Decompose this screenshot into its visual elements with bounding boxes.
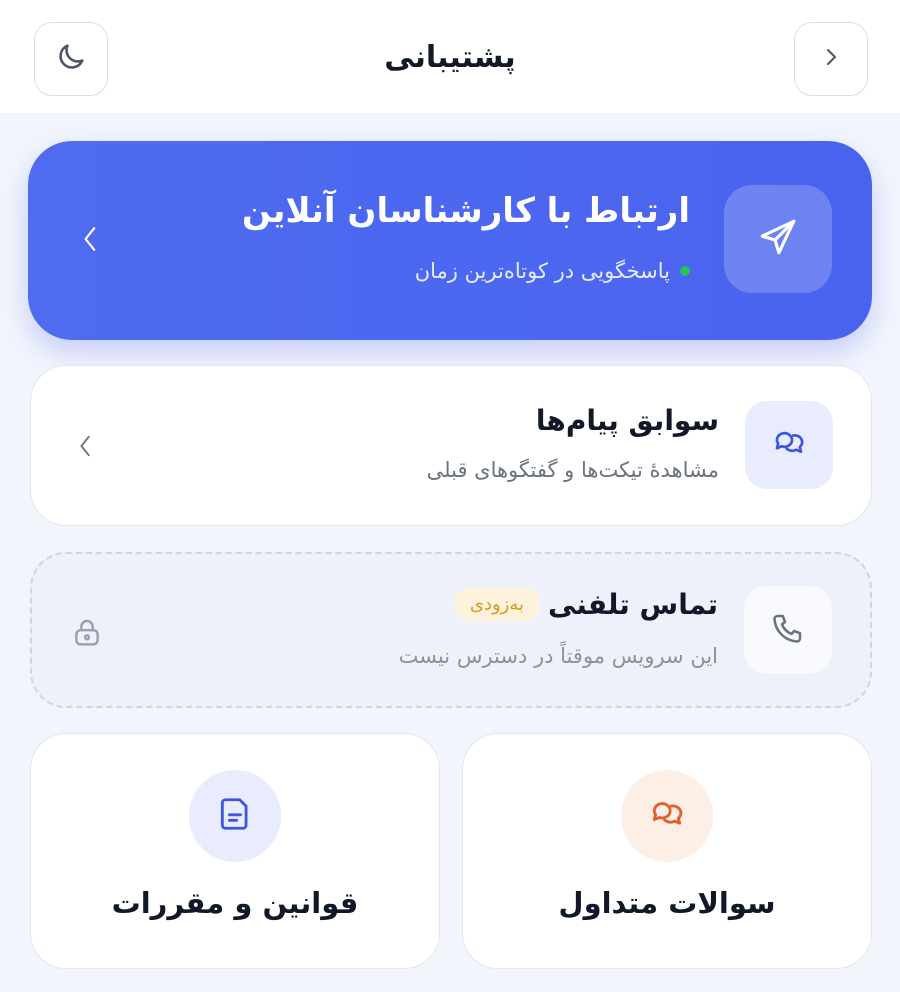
chat-bubbles-icon [771,425,807,465]
phone-support-subtitle: این سرویس موقتاً در دسترس نیست [398,644,718,668]
online-support-card[interactable]: ارتباط با کارشناسان آنلاین پاسخگویی در ک… [28,141,872,340]
phone-icon [770,610,806,650]
phone-support-title: تماس تلفنی [547,588,718,621]
chevron-left-icon [75,430,97,466]
history-icon-box [745,401,833,489]
rules-tile[interactable]: قوانین و مقررات [30,733,440,969]
send-icon-box [724,185,832,293]
chevron-left-icon [78,221,104,261]
lock-icon [70,616,104,654]
faq-tile[interactable]: سوالات متداول [462,733,872,969]
phone-support-card: تماس تلفنی به‌زودی این سرویس موقتاً در د… [30,552,872,708]
message-history-title: سوابق پیام‌ها [535,404,719,437]
faq-icon-box [621,770,713,862]
message-history-card[interactable]: سوابق پیام‌ها مشاهدهٔ تیکت‌ها و گفتگوهای… [30,365,872,526]
phone-icon-box [744,586,832,674]
online-status-dot [680,266,690,276]
chevron-right-icon [819,45,843,73]
send-icon [757,216,799,262]
chat-bubbles-icon [648,795,686,837]
message-history-subtitle: مشاهدهٔ تیکت‌ها و گفتگوهای قبلی [426,458,719,482]
rules-label: قوانین و مقررات [111,886,359,920]
online-support-subtitle: پاسخگویی در کوتاه‌ترین زمان [414,259,670,283]
header: پشتیبانی [0,0,900,113]
page-title: پشتیبانی [384,40,516,75]
document-icon [216,795,254,837]
online-support-subtitle-row: پاسخگویی در کوتاه‌ترین زمان [415,259,690,283]
faq-label: سوالات متداول [558,886,776,920]
coming-soon-badge: به‌زودی [453,588,540,621]
online-support-title: ارتباط با کارشناسان آنلاین [241,191,690,231]
support-page: پشتیبانی ارتباط با کارشناسان آنلاین پاسخ… [0,0,900,992]
back-button[interactable] [794,22,868,96]
rules-icon-box [189,770,281,862]
